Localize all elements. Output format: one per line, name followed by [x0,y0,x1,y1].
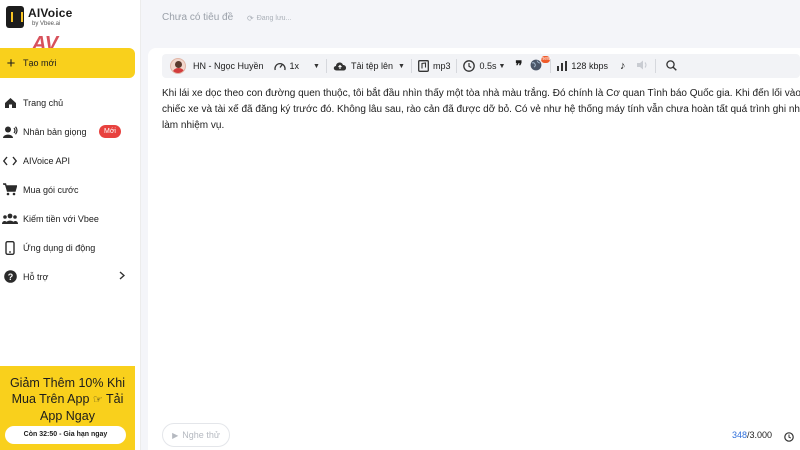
char-count: 348 [732,430,748,440]
avatar [170,58,186,74]
sidebar-item-buy-plan[interactable]: Mua gói cước [0,175,141,204]
quote-button[interactable]: ❞ [511,54,526,78]
promo-line-2b: Tải [106,392,124,406]
format-value: mp3 [432,61,451,71]
home-icon [2,95,18,111]
sidebar-item-label: AIVoice API [23,155,71,166]
format-selector[interactable]: mp3 [412,54,457,78]
bars-icon [557,61,568,71]
sync-icon: ⟳ [247,14,254,23]
sidebar-item-api[interactable]: AIVoice API [0,146,141,175]
new-feature-badge: new [541,56,551,63]
sidebar-nav: Trang chủ Nhân bản giọng Mới AIVoice API… [0,88,141,291]
sidebar-item-label: Ứng dụng di động [23,242,96,253]
pointing-hand-icon: ☞ [92,394,103,406]
bitrate-selector[interactable]: 128 kbps [551,54,614,78]
play-icon: ▶ [172,430,179,440]
sidebar-item-label: Mua gói cước [23,184,79,195]
editor-toolbar: HN - Ngọc Huyền 1x ▼ Tải tệp lên ▼ mp3 0… [162,54,800,78]
music-button[interactable]: ♪ [614,54,632,78]
user-voice-icon [2,124,18,140]
volume-button[interactable] [631,54,655,78]
save-status: ⟳ Đang lưu... [247,14,291,23]
svg-text:?: ? [7,272,13,282]
plus-icon: + [6,54,16,72]
brand-logo[interactable]: AIVoice by Vbee.ai [6,6,73,28]
caret-down-icon: ▼ [498,62,506,70]
sidebar-item-label: Kiếm tiền với Vbee [23,213,99,224]
promo-line-1: Giảm Thêm 10% Khi [9,376,126,390]
sidebar-item-voice-clone[interactable]: Nhân bản giọng Mới [0,117,141,146]
audio-file-icon [418,60,429,72]
speedometer-icon [273,61,286,72]
language-button[interactable]: new [526,54,551,78]
editor-panel: HN - Ngọc Huyền 1x ▼ Tải tệp lên ▼ mp3 0… [148,48,800,450]
pause-selector[interactable]: 0.5s ▼ [457,54,511,78]
cart-icon [2,182,18,198]
sidebar: AIVoice by Vbee.ai AV + Tạo mới Trang ch… [0,0,141,450]
code-icon [2,153,18,169]
brand-name: AIVoice [28,5,73,20]
promo-banner[interactable]: Giảm Thêm 10% Khi Mua Trên App ☞ Tải App… [0,366,135,450]
speed-selector[interactable]: 1x ▼ [270,54,326,78]
help-icon: ? [2,269,18,285]
aivoice-logo-icon [6,6,24,28]
promo-text: Giảm Thêm 10% Khi Mua Trên App ☞ Tải App… [0,375,135,424]
search-icon [666,59,678,73]
sidebar-item-mobile-app[interactable]: Ứng dụng di động [0,233,141,262]
bitrate-value: 128 kbps [571,61,608,71]
top-header: Chưa có tiêu đề ⟳ Đang lưu... [141,0,800,40]
voice-name: HN - Ngọc Huyền [193,61,264,71]
search-button[interactable] [656,54,683,78]
phone-icon [2,240,18,256]
clock-icon [463,60,476,72]
sidebar-item-earn[interactable]: Kiếm tiền với Vbee [0,204,141,233]
brand-sub: by Vbee.ai [32,20,61,27]
volume-icon [637,60,649,72]
cloud-upload-icon [333,61,347,71]
promo-line-2a: Mua Trên App [11,392,90,406]
caret-down-icon: ▼ [398,62,405,70]
caret-down-icon: ▼ [313,62,320,70]
sidebar-item-label: Hỗ trợ [23,271,49,282]
new-badge: Mới [99,125,121,138]
char-limit: /3.000 [747,430,773,440]
group-icon [2,211,18,227]
quote-icon: ❞ [515,58,523,73]
chevron-right-icon [119,271,126,283]
sidebar-item-label: Nhân bản giọng [23,126,87,137]
pause-value: 0.5s [479,61,497,71]
try-listen-label: Nghe thử [182,430,220,440]
upload-button[interactable]: Tải tệp lên ▼ [327,54,411,78]
page-title[interactable]: Chưa có tiêu đề [162,12,233,23]
text-editor[interactable]: Khi lái xe dọc theo con đường quen thuộc… [162,86,800,134]
music-note-icon: ♪ [619,60,626,72]
try-listen-button[interactable]: ▶ Nghe thử [162,423,230,447]
promo-line-3: App Ngay [40,409,95,423]
upload-label: Tải tệp lên [350,61,394,71]
voice-selector[interactable]: HN - Ngọc Huyền [162,54,270,78]
speed-value: 1x [289,61,300,71]
sidebar-item-support[interactable]: ? Hỗ trợ [0,262,141,291]
renew-button[interactable]: Còn 32:50 - Gia hạn ngay [5,426,126,444]
create-new-label: Tạo mới [23,58,57,68]
character-counter: 348/3.000 [732,430,772,440]
history-icon[interactable] [784,429,794,447]
save-status-label: Đang lưu... [256,15,292,22]
sidebar-item-home[interactable]: Trang chủ [0,88,141,117]
create-new-button[interactable]: + Tạo mới [0,48,135,78]
sidebar-item-label: Trang chủ [23,97,64,108]
